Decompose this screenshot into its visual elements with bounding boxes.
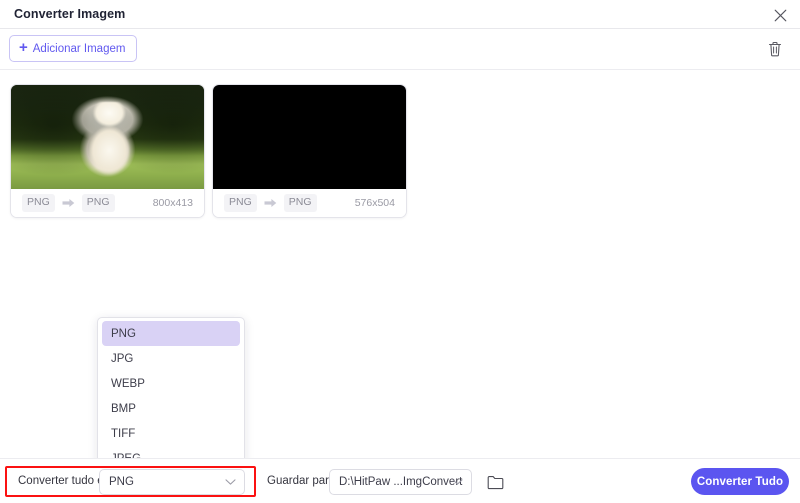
arrow-right-icon [264, 198, 277, 208]
file-card[interactable]: PNG PNG 576x504 [212, 84, 407, 218]
dropdown-option-tiff[interactable]: TIFF [102, 421, 240, 446]
convert-image-window: Converter Imagem + Adicionar Imagem [0, 0, 800, 503]
folder-icon[interactable] [484, 473, 506, 492]
save-to-label: Guardar para: [267, 475, 339, 487]
page-title: Converter Imagem [14, 7, 125, 21]
dropdown-option-bmp[interactable]: BMP [102, 396, 240, 421]
file-dimensions: 576x504 [355, 197, 395, 209]
dropdown-option-webp[interactable]: WEBP [102, 371, 240, 396]
add-image-label: Adicionar Imagem [33, 43, 126, 55]
save-path-value: D:\HitPaw ...ImgConvert [330, 476, 462, 488]
toolbar: + Adicionar Imagem [0, 30, 800, 70]
arrow-right-icon [62, 198, 75, 208]
file-dimensions: 800x413 [153, 197, 193, 209]
file-thumbnail [11, 85, 204, 189]
chevron-down-icon [452, 479, 463, 486]
close-icon[interactable] [769, 4, 791, 26]
file-thumbnail [213, 85, 406, 189]
target-format-chip[interactable]: PNG [284, 194, 317, 211]
title-bar: Converter Imagem [0, 0, 800, 29]
plus-icon: + [19, 40, 28, 55]
file-card-footer: PNG PNG 800x413 [11, 189, 204, 217]
source-format-chip: PNG [224, 194, 257, 211]
target-format-chip[interactable]: PNG [82, 194, 115, 211]
format-select-value: PNG [100, 476, 134, 488]
file-cards: PNG PNG 800x413 PNG [10, 84, 407, 218]
convert-all-button[interactable]: Converter Tudo [691, 468, 789, 495]
dropdown-option-png[interactable]: PNG [102, 321, 240, 346]
format-dropdown-list[interactable]: PNG JPG WEBP BMP TIFF JPEG [97, 317, 245, 469]
file-card[interactable]: PNG PNG 800x413 [10, 84, 205, 218]
file-card-footer: PNG PNG 576x504 [213, 189, 406, 217]
add-image-button[interactable]: + Adicionar Imagem [9, 35, 137, 62]
format-select[interactable]: PNG [99, 469, 245, 495]
source-format-chip: PNG [22, 194, 55, 211]
save-path-select[interactable]: D:\HitPaw ...ImgConvert [329, 469, 472, 495]
chevron-down-icon [225, 479, 236, 486]
trash-icon[interactable] [765, 38, 785, 60]
dropdown-option-jpg[interactable]: JPG [102, 346, 240, 371]
